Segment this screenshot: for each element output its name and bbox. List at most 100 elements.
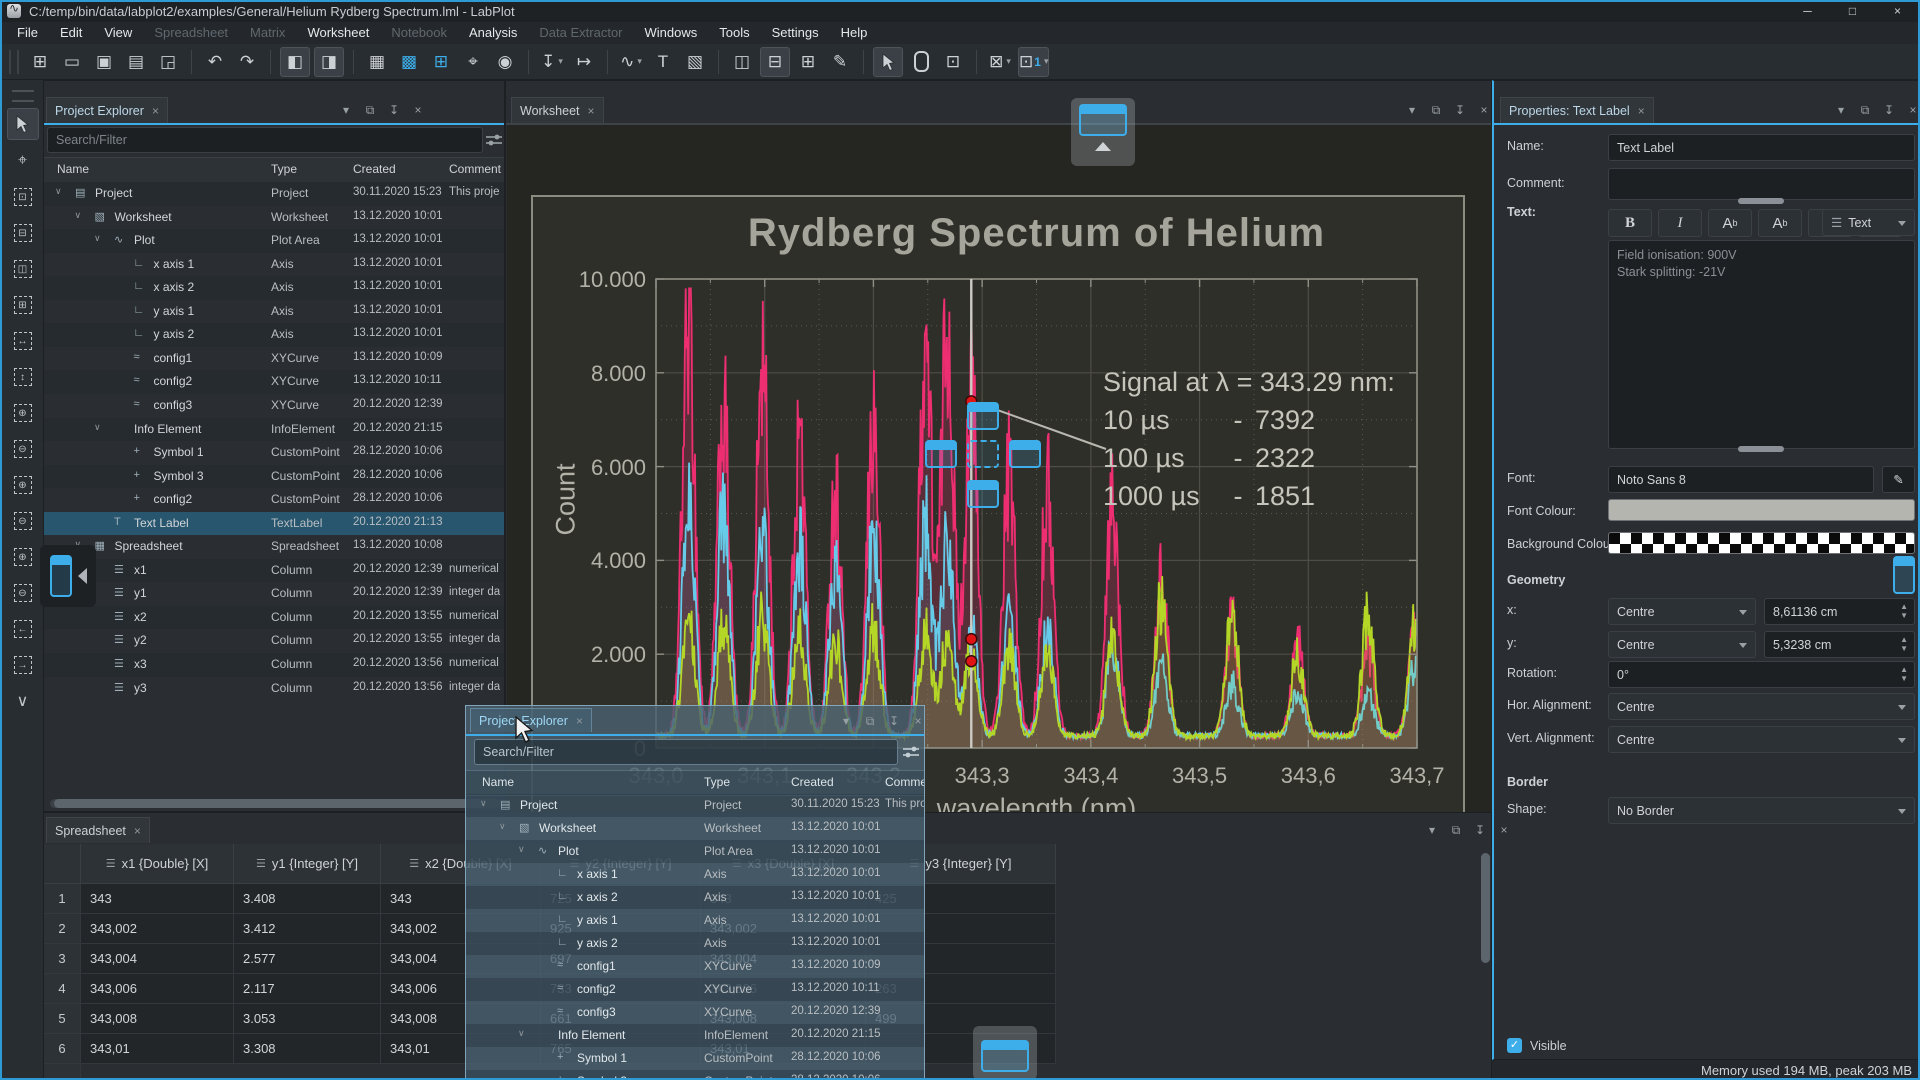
close-button[interactable]: × — [1875, 0, 1920, 22]
zoom-x-select-button[interactable]: ⊟ — [8, 218, 38, 248]
new-spreadsheet-button[interactable]: ▦ — [363, 48, 391, 76]
export-button[interactable]: ↦ — [570, 48, 598, 76]
tree-row[interactable]: +Symbol 1CustomPoint28.12.2020 10:06 — [44, 441, 504, 465]
filter-icon[interactable] — [902, 744, 920, 760]
column-header-type[interactable]: Type — [271, 162, 297, 176]
new-plot-button[interactable]: ∿▾ — [617, 48, 645, 76]
tree-row[interactable]: ∟x axis 1Axis13.12.2020 10:01 — [44, 253, 504, 277]
hor-alignment-dropdown[interactable]: Centre — [1608, 693, 1915, 720]
zoom-in-x-button[interactable]: ⊕ — [8, 470, 38, 500]
table-cell[interactable]: 3.408 — [234, 884, 381, 914]
font-edit-button[interactable]: ✎ — [1882, 466, 1915, 493]
tree-row[interactable]: ∟x axis 1Axis13.12.2020 10:01 — [466, 863, 924, 886]
tree-row[interactable]: ∨▧WorksheetWorksheet13.12.2020 10:01 — [466, 817, 924, 840]
tree-row[interactable]: ∟y axis 1Axis13.12.2020 10:01 — [466, 909, 924, 932]
column-header-type[interactable]: Type — [704, 775, 730, 789]
save-project-button[interactable]: ▣ — [90, 48, 118, 76]
minimize-button[interactable]: ─ — [1785, 0, 1830, 22]
menu-worksheet[interactable]: Worksheet — [296, 22, 380, 44]
column-header-y1[interactable]: ☰y1 {Integer} [Y] — [234, 844, 381, 884]
chevron-expanded-icon[interactable]: ∨ — [518, 1028, 525, 1039]
floating-project-explorer[interactable]: Project Explorer× ▾⧉↧× Search/Filter Nam… — [465, 705, 925, 1080]
tree-row[interactable]: ∨Info ElementInfoElement20.12.2020 21:15 — [466, 1024, 924, 1047]
toggle-properties-explorer-button[interactable]: ◨ — [314, 47, 344, 77]
new-matrix-button[interactable]: ▩ — [395, 48, 423, 76]
column-header-created[interactable]: Created — [791, 775, 834, 789]
x-offset-spinbox[interactable]: 8,61136 cm▲▼ — [1764, 598, 1915, 625]
comment-field[interactable] — [1608, 168, 1915, 200]
tree-row[interactable]: ∟y axis 1Axis13.12.2020 10:01 — [44, 300, 504, 324]
tree-row[interactable]: +Symbol 1CustomPoint28.12.2020 10:06 — [466, 1047, 924, 1070]
dock-pin-icon[interactable]: ↧ — [1882, 103, 1896, 118]
more-tools-button[interactable]: ∨ — [8, 686, 38, 716]
text-mode-dropdown[interactable]: ☰Text — [1822, 209, 1915, 236]
bold-button[interactable]: B — [1608, 209, 1652, 237]
row-number[interactable]: 5 — [44, 1004, 81, 1034]
tab-project-explorer[interactable]: Project Explorer× — [46, 97, 168, 123]
dock-pin-icon[interactable]: ↧ — [887, 714, 901, 729]
tree-row[interactable]: ☰x1Column20.12.2020 12:39numerical — [44, 559, 504, 583]
tree-row[interactable]: ☰y2Column20.12.2020 13:55integer da — [44, 629, 504, 653]
tree-row[interactable]: ∨▤ProjectProject30.11.2020 15:23This pro… — [466, 794, 924, 817]
dock-pin-icon[interactable]: ↧ — [1453, 103, 1467, 118]
tree-row[interactable]: ∨▧WorksheetWorksheet13.12.2020 10:01 — [44, 206, 504, 230]
row-number[interactable]: 3 — [44, 944, 81, 974]
border-shape-dropdown[interactable]: No Border — [1608, 797, 1915, 824]
menu-help[interactable]: Help — [830, 22, 879, 44]
tree-row[interactable]: +Symbol 3CustomPoint28.12.2020 10:06 — [44, 465, 504, 489]
table-cell[interactable]: 343,004 — [81, 944, 234, 974]
chevron-expanded-icon[interactable]: ∨ — [499, 821, 506, 832]
text-content-area[interactable]: Field ionisation: 900VStark splitting: -… — [1608, 240, 1915, 449]
filter-icon[interactable] — [485, 132, 503, 148]
chevron-expanded-icon[interactable]: ∨ — [55, 186, 62, 197]
table-cell[interactable]: 343,006 — [81, 974, 234, 1004]
dock-pin-icon[interactable]: ↧ — [1473, 823, 1487, 838]
tree-row[interactable]: ☰y1Column20.12.2020 12:39integer da — [44, 582, 504, 606]
print-button[interactable]: ▤ — [122, 48, 150, 76]
tab-worksheet[interactable]: Worksheet× — [511, 97, 604, 123]
auto-scale-button[interactable]: ⊞ — [8, 290, 38, 320]
dock-close-icon[interactable]: × — [911, 714, 925, 729]
visible-checkbox[interactable]: ✓ — [1507, 1038, 1522, 1053]
row-number[interactable] — [44, 1064, 81, 1079]
menu-view[interactable]: View — [93, 22, 143, 44]
tree-row[interactable]: ∟x axis 2Axis13.12.2020 10:01 — [466, 886, 924, 909]
tree-row[interactable]: ≈config2XYCurve13.12.2020 10:11 — [466, 978, 924, 1001]
auto-scale-y-button[interactable]: ↕ — [8, 362, 38, 392]
zoom-y-select-button[interactable]: ◫ — [8, 254, 38, 284]
zoom-select-mode-button[interactable]: ⊡ — [939, 48, 967, 76]
chevron-expanded-icon[interactable]: ∨ — [94, 233, 101, 244]
search-input[interactable]: Search/Filter — [47, 127, 483, 153]
dock-menu-icon[interactable]: ▾ — [839, 714, 853, 729]
layout-horizontal-button[interactable]: ⊟ — [760, 47, 790, 77]
layout-edit-button[interactable]: ✎ — [826, 48, 854, 76]
tree-row[interactable]: ∨▤ProjectProject30.11.2020 15:23This pro… — [44, 182, 504, 206]
magnification-button[interactable]: ⊡1▾ — [1018, 47, 1049, 77]
zoom-in-button[interactable]: ⊕ — [8, 398, 38, 428]
tree-row[interactable]: ∟y axis 2Axis13.12.2020 10:01 — [44, 323, 504, 347]
table-cell[interactable]: 2.117 — [234, 974, 381, 1004]
maximize-button[interactable]: □ — [1830, 0, 1875, 22]
column-header-name[interactable]: Name — [57, 162, 89, 176]
resize-handle[interactable] — [1738, 198, 1784, 204]
print-preview-button[interactable]: ◲ — [154, 48, 182, 76]
tree-row[interactable]: +config2CustomPoint28.12.2020 10:06 — [44, 488, 504, 512]
dock-float-icon[interactable]: ⧉ — [363, 103, 377, 118]
tree-row[interactable]: ∟x axis 2Axis13.12.2020 10:01 — [44, 276, 504, 300]
chevron-expanded-icon[interactable]: ∨ — [94, 422, 101, 433]
tree-row[interactable]: ≈config2XYCurve13.12.2020 10:11 — [44, 370, 504, 394]
row-number[interactable]: 1 — [44, 884, 81, 914]
tree-row[interactable]: ∨∿PlotPlot Area13.12.2020 10:01 — [44, 229, 504, 253]
close-icon[interactable]: × — [134, 824, 141, 838]
tree-row[interactable]: TText LabelTextLabel20.12.2020 21:13 — [44, 512, 504, 536]
font-colour-swatch[interactable] — [1608, 499, 1915, 521]
tree-row[interactable]: ☰y3Column20.12.2020 13:56integer da — [44, 677, 504, 701]
column-header-comment[interactable]: Comment — [885, 775, 924, 789]
close-icon[interactable]: × — [588, 104, 595, 118]
font-field[interactable]: Noto Sans 8 — [1608, 466, 1874, 493]
zoom-in-y-button[interactable]: ⊕ — [8, 542, 38, 572]
table-cell[interactable]: 343,008 — [81, 1004, 234, 1034]
import-button[interactable]: ↧▾ — [538, 48, 566, 76]
menu-file[interactable]: File — [6, 22, 49, 44]
column-header-comment[interactable]: Comment — [449, 162, 501, 176]
